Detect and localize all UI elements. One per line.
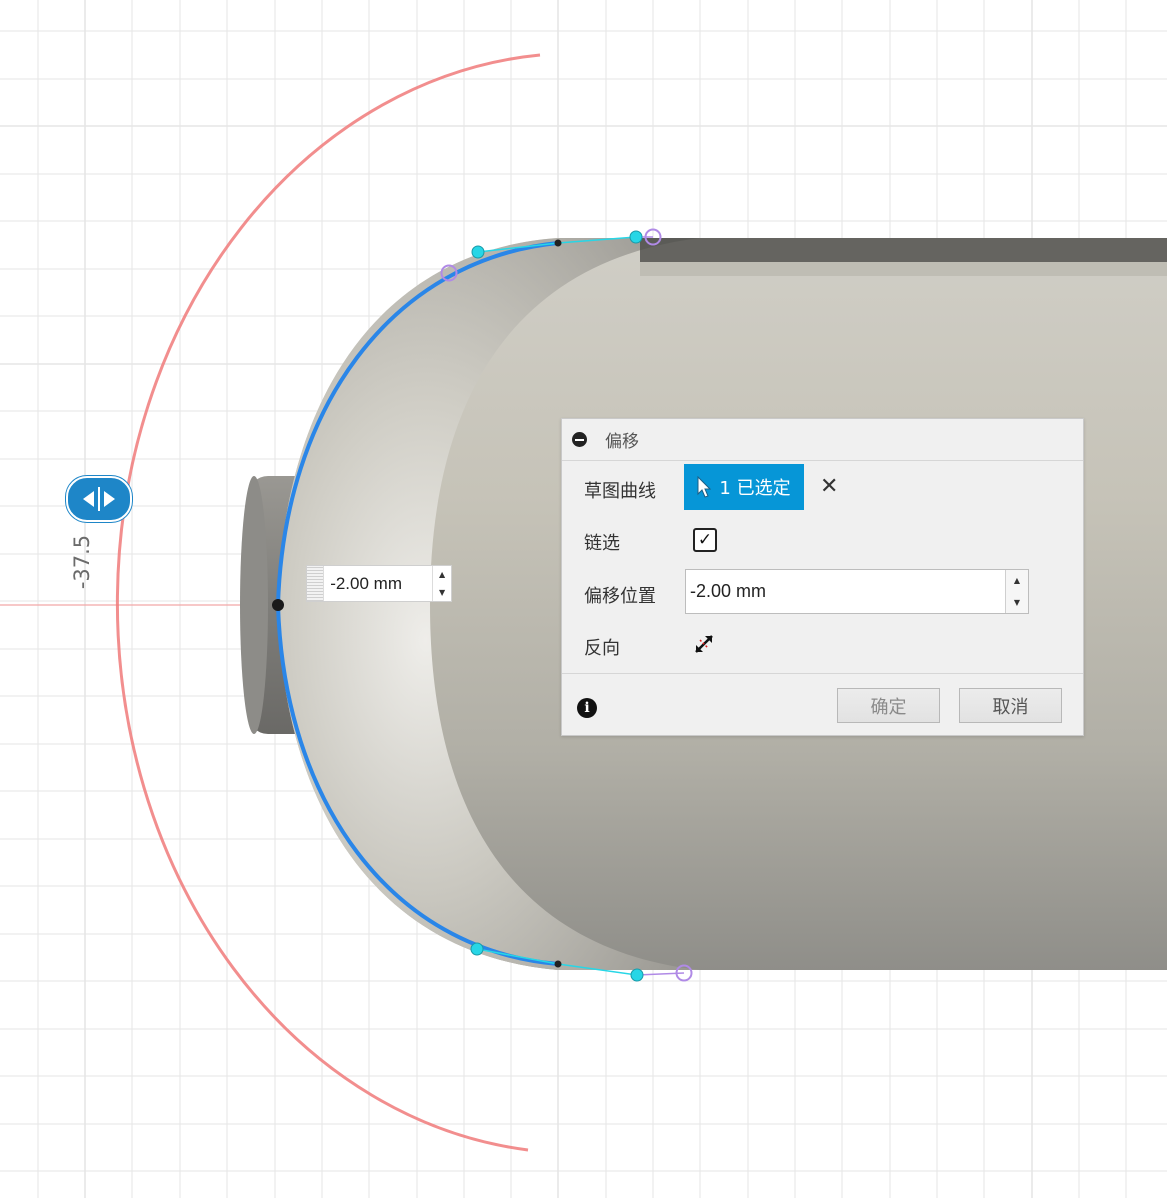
dialog-footer: i 确定 取消 [562,673,1083,735]
left-arrow-icon [83,491,94,507]
ok-button[interactable]: 确定 [837,688,940,723]
flip-arrows-icon[interactable] [66,476,132,522]
offset-position-label: 偏移位置 [584,586,656,607]
offset-spinner[interactable]: ▲ ▼ [1005,570,1028,613]
selection-count: 1 已选定 [719,478,791,499]
close-icon[interactable]: ✕ [820,474,838,499]
cursor-arrow-icon [697,476,712,498]
handle-separator [98,487,100,511]
dialog-title: 偏移 [605,432,639,452]
onscreen-spinner[interactable]: ▲ ▼ [432,566,451,601]
flip-label: 反向 [584,638,620,659]
dialog-header: 偏移 [562,419,1083,461]
spin-up-icon[interactable]: ▲ [1006,570,1028,592]
offset-position-input[interactable]: ▲ ▼ [685,569,1029,614]
sketch-curves-label: 草图曲线 [584,481,656,502]
info-icon[interactable]: i [577,698,597,718]
cancel-button[interactable]: 取消 [959,688,1062,723]
onscreen-offset-field[interactable] [324,566,433,601]
offset-position-field[interactable] [686,570,1005,613]
dimension-label[interactable]: -37.5 [52,528,94,598]
offset-dialog: 偏移 草图曲线 1 已选定 ✕ 链选 ✓ 偏移位置 ▲ ▼ 反向 i 确定 取消 [561,418,1084,736]
chain-checkbox[interactable]: ✓ [693,528,717,552]
minus-circle-icon[interactable] [572,432,587,447]
drag-grip[interactable] [307,566,325,601]
dimension-value: -37.5 [70,534,94,590]
selection-button[interactable]: 1 已选定 [684,464,804,510]
onscreen-offset-input[interactable]: ▲ ▼ [306,565,452,602]
flip-direction-icon[interactable] [693,633,715,655]
spin-down-icon[interactable]: ▼ [433,584,451,602]
right-arrow-icon [104,491,115,507]
spin-up-icon[interactable]: ▲ [433,566,451,584]
spin-down-icon[interactable]: ▼ [1006,592,1028,614]
chain-label: 链选 [584,533,620,554]
